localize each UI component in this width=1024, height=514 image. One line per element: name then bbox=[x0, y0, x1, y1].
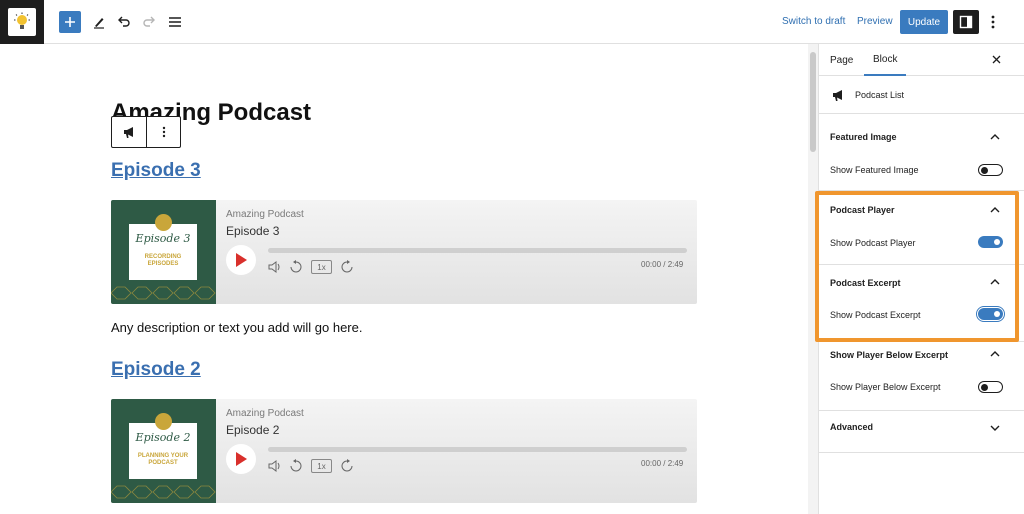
preview-button[interactable]: Preview bbox=[857, 16, 893, 27]
hexagon-pattern bbox=[111, 286, 216, 300]
episode-description[interactable]: Any description or text you add will go … bbox=[111, 320, 362, 335]
panel-divider bbox=[819, 452, 1024, 453]
show-featured-image-label: Show Featured Image bbox=[830, 165, 919, 175]
volume-icon bbox=[268, 460, 280, 472]
microphone-icon bbox=[155, 413, 172, 430]
megaphone-icon bbox=[833, 90, 842, 101]
play-icon bbox=[236, 253, 247, 267]
add-block-button[interactable] bbox=[59, 11, 81, 33]
show-player-below-excerpt-label: Show Player Below Excerpt bbox=[830, 382, 941, 392]
editor-top-bar: Switch to draft Preview Update bbox=[0, 0, 1024, 44]
panel-player-below-excerpt-heading[interactable]: Show Player Below Excerpt bbox=[830, 350, 948, 360]
play-icon bbox=[236, 452, 247, 466]
episode-title-link[interactable]: Episode 2 bbox=[111, 359, 201, 381]
forward-button[interactable] bbox=[340, 260, 354, 274]
playback-speed-button[interactable]: 1x bbox=[311, 459, 332, 473]
close-sidebar-button[interactable] bbox=[989, 52, 1003, 66]
list-view-button[interactable] bbox=[163, 10, 187, 34]
redo-button[interactable] bbox=[137, 10, 161, 34]
sidebar-tabs: Page Block bbox=[819, 44, 1024, 76]
chevron-up-icon[interactable] bbox=[989, 348, 1001, 360]
pencil-icon bbox=[94, 18, 104, 29]
site-logo-button[interactable] bbox=[0, 0, 44, 44]
podcast-player: Episode 3 RECORDING EPISODES Amazing Pod… bbox=[111, 200, 697, 304]
episode-cover-image: Episode 3 RECORDING EPISODES bbox=[111, 200, 216, 304]
undo-button[interactable] bbox=[112, 10, 136, 34]
player-episode-title: Episode 3 bbox=[226, 224, 280, 238]
panel-advanced-heading[interactable]: Advanced bbox=[830, 422, 873, 432]
block-card: Podcast List bbox=[819, 76, 1024, 114]
list-view-icon bbox=[169, 17, 181, 27]
player-time: 00:00 / 2:49 bbox=[641, 260, 684, 269]
forward-30-icon bbox=[341, 459, 353, 472]
rewind-button[interactable] bbox=[289, 459, 303, 473]
chevron-down-icon[interactable] bbox=[989, 422, 1001, 434]
player-time: 00:00 / 2:49 bbox=[641, 459, 684, 468]
episode-title-link[interactable]: Episode 3 bbox=[111, 160, 201, 182]
rewind-10-icon bbox=[290, 260, 302, 273]
block-toolbar bbox=[111, 116, 181, 148]
undo-icon bbox=[118, 16, 130, 27]
rewind-10-icon bbox=[290, 459, 302, 472]
block-options-button[interactable] bbox=[146, 117, 180, 147]
highlight-box bbox=[815, 191, 1019, 342]
show-player-below-excerpt-toggle[interactable] bbox=[978, 381, 1003, 393]
tab-block[interactable]: Block bbox=[864, 44, 907, 76]
player-show-name: Amazing Podcast bbox=[226, 209, 304, 220]
close-icon bbox=[992, 55, 1000, 63]
volume-button[interactable] bbox=[268, 459, 282, 473]
progress-bar[interactable] bbox=[268, 248, 687, 253]
play-button[interactable] bbox=[226, 444, 256, 474]
progress-bar[interactable] bbox=[268, 447, 687, 452]
block-name: Podcast List bbox=[855, 90, 905, 100]
megaphone-icon bbox=[124, 127, 133, 138]
volume-icon bbox=[268, 261, 280, 273]
forward-button[interactable] bbox=[340, 459, 354, 473]
switch-to-draft-button[interactable]: Switch to draft bbox=[782, 16, 845, 27]
player-episode-title: Episode 2 bbox=[226, 423, 280, 437]
chevron-up-icon[interactable] bbox=[989, 131, 1001, 143]
panel-featured-image-heading[interactable]: Featured Image bbox=[830, 132, 897, 142]
update-button[interactable]: Update bbox=[900, 10, 948, 34]
more-options-icon bbox=[991, 15, 995, 29]
editor-canvas[interactable]: Amazing Podcast Episode 3 Episode 3 RECO… bbox=[0, 44, 808, 514]
more-options-button[interactable] bbox=[986, 12, 1000, 32]
rewind-button[interactable] bbox=[289, 260, 303, 274]
hexagon-pattern bbox=[111, 485, 216, 499]
block-type-button[interactable] bbox=[112, 117, 146, 147]
canvas-scrollbar-thumb[interactable] bbox=[810, 52, 816, 152]
panel-divider bbox=[819, 410, 1024, 411]
tools-button[interactable] bbox=[87, 10, 111, 34]
podcast-player: Episode 2 PLANNING YOUR PODCAST Amazing … bbox=[111, 399, 697, 503]
microphone-icon bbox=[155, 214, 172, 231]
episode-cover-image: Episode 2 PLANNING YOUR PODCAST bbox=[111, 399, 216, 503]
redo-icon bbox=[143, 16, 155, 27]
settings-sidebar-toggle[interactable] bbox=[953, 10, 979, 34]
more-vertical-icon bbox=[162, 126, 165, 138]
volume-button[interactable] bbox=[268, 260, 282, 274]
forward-30-icon bbox=[341, 260, 353, 273]
play-button[interactable] bbox=[226, 245, 256, 275]
plus-icon bbox=[65, 17, 75, 27]
player-show-name: Amazing Podcast bbox=[226, 408, 304, 419]
playback-speed-button[interactable]: 1x bbox=[311, 260, 332, 274]
sidebar-icon bbox=[959, 15, 973, 29]
tab-page[interactable]: Page bbox=[830, 44, 853, 76]
show-featured-image-toggle[interactable] bbox=[978, 164, 1003, 176]
lightbulb-icon bbox=[8, 8, 36, 36]
